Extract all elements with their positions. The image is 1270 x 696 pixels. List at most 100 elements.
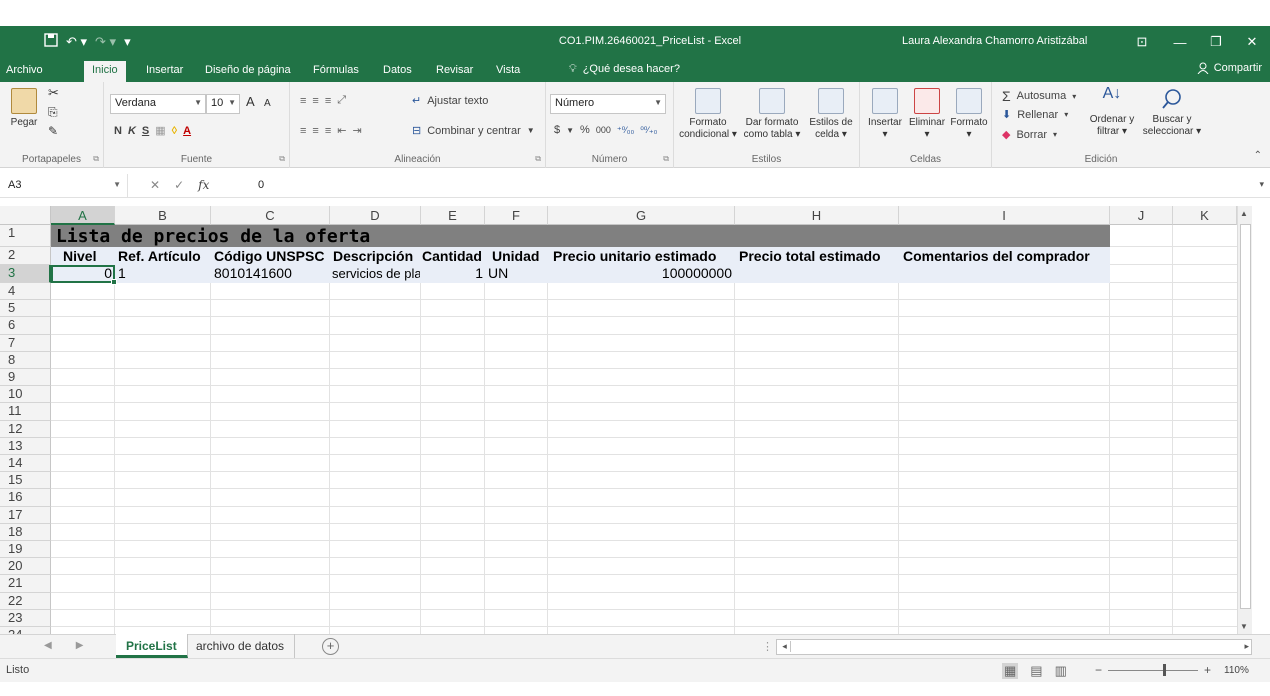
borders-button[interactable]: ▦ xyxy=(155,124,165,137)
column-header-j[interactable]: J xyxy=(1110,206,1173,225)
fill-handle[interactable] xyxy=(111,279,117,285)
header-ref-articulo[interactable]: Ref. Artículo xyxy=(118,248,201,265)
next-sheet-icon[interactable]: ▶ xyxy=(76,640,84,651)
close-button[interactable]: ✕ xyxy=(1234,26,1270,58)
row-header[interactable]: 19 xyxy=(0,541,51,559)
tab-archivo[interactable]: Archivo xyxy=(6,62,43,78)
header-unidad[interactable]: Unidad xyxy=(492,248,539,265)
cell-e3[interactable]: 1 xyxy=(423,265,483,282)
increase-decimal-button[interactable]: ⁺⁰⁄₀₀ xyxy=(617,125,634,136)
tab-split-handle[interactable]: ⋮ xyxy=(762,640,773,653)
cell-g3[interactable]: 100000000 xyxy=(550,265,732,282)
delete-cells-button[interactable]: Eliminar ▾ xyxy=(906,88,948,141)
row-header[interactable]: 22 xyxy=(0,592,51,610)
scroll-down-icon[interactable]: ▼ xyxy=(1240,622,1248,631)
number-format-select[interactable]: Número ▼ xyxy=(550,94,666,114)
grow-font-button[interactable]: A xyxy=(246,95,255,108)
row-header[interactable]: 18 xyxy=(0,523,51,541)
page-layout-view-icon[interactable]: ▤ xyxy=(1030,663,1042,679)
prev-sheet-icon[interactable]: ◀ xyxy=(44,640,52,651)
row-header[interactable]: 10 xyxy=(0,386,51,404)
format-as-table-button[interactable]: Dar formato como tabla ▾ xyxy=(740,88,804,141)
sheet-tab-pricelist[interactable]: PriceList xyxy=(116,634,188,658)
header-nivel[interactable]: Nivel xyxy=(63,248,96,265)
row-header[interactable]: 13 xyxy=(0,437,51,455)
row-header[interactable]: 21 xyxy=(0,575,51,593)
font-name-select[interactable]: Verdana ▼ xyxy=(110,94,206,114)
name-box[interactable]: A3 ▼ xyxy=(0,174,128,198)
tab-revisar[interactable]: Revisar xyxy=(436,62,473,78)
insert-function-icon[interactable]: fx xyxy=(198,178,209,192)
row-header[interactable]: 24 xyxy=(0,627,51,634)
orientation-icon[interactable]: ⤢ xyxy=(337,94,346,107)
row-header[interactable]: 5 xyxy=(0,300,51,318)
row-header[interactable]: 3 xyxy=(0,265,51,283)
clipboard-launcher-icon[interactable]: ⧉ xyxy=(93,154,99,164)
row-header[interactable]: 16 xyxy=(0,489,51,507)
sheet-title[interactable]: Lista de precios de la oferta xyxy=(56,226,370,247)
thousands-button[interactable]: 000 xyxy=(596,125,611,135)
row-header[interactable]: 15 xyxy=(0,472,51,490)
row-header[interactable]: 8 xyxy=(0,351,51,369)
scroll-left-icon[interactable]: ◂ xyxy=(779,641,791,652)
row-header[interactable]: 7 xyxy=(0,334,51,352)
decrease-indent-icon[interactable]: ⇤ xyxy=(337,124,346,137)
zoom-knob[interactable] xyxy=(1163,663,1167,676)
row-header[interactable]: 2 xyxy=(0,247,51,265)
column-header-e[interactable]: E xyxy=(421,206,485,225)
expand-formula-bar-icon[interactable]: ▾ xyxy=(1259,179,1264,190)
zoom-out-icon[interactable]: − xyxy=(1095,663,1102,677)
enter-icon[interactable]: ✓ xyxy=(174,178,184,192)
column-header-b[interactable]: B xyxy=(115,206,211,225)
shrink-font-button[interactable]: A xyxy=(264,98,271,110)
cell-f3[interactable]: UN xyxy=(488,265,508,282)
undo-icon[interactable]: ↶ ▾ xyxy=(66,34,87,50)
currency-button[interactable]: $ xyxy=(554,124,560,136)
decrease-decimal-button[interactable]: ⁰⁰⁄₊₀ xyxy=(640,125,657,136)
wrap-text-button[interactable]: ↵ Ajustar texto xyxy=(412,94,488,108)
header-codigo-unspsc[interactable]: Código UNSPSC xyxy=(214,248,324,265)
tab-inicio[interactable]: Inicio xyxy=(84,61,126,82)
fill-button[interactable]: ⬇ Rellenar ▾ xyxy=(1002,108,1068,122)
row-header[interactable]: 9 xyxy=(0,369,51,387)
row-header[interactable]: 14 xyxy=(0,455,51,473)
cell-styles-button[interactable]: Estilos de celda ▾ xyxy=(804,88,858,141)
ribbon-display-options-icon[interactable]: ⊡ xyxy=(1122,26,1162,58)
number-launcher-icon[interactable]: ⧉ xyxy=(663,154,669,164)
percent-button[interactable]: % xyxy=(580,124,590,136)
save-icon[interactable] xyxy=(44,33,58,50)
row-header[interactable]: 11 xyxy=(0,403,51,421)
add-sheet-button[interactable]: + xyxy=(322,638,339,655)
align-top-icon[interactable]: ≡ xyxy=(300,95,306,107)
align-middle-icon[interactable]: ≡ xyxy=(312,95,318,107)
select-all-corner[interactable] xyxy=(0,206,51,225)
align-left-icon[interactable]: ≡ xyxy=(300,125,306,137)
row-header[interactable]: 17 xyxy=(0,506,51,524)
share-button[interactable]: Compartir xyxy=(1197,62,1262,77)
format-cells-button[interactable]: Formato ▾ xyxy=(948,88,990,141)
user-name[interactable]: Laura Alexandra Chamorro Aristizábal xyxy=(902,35,1087,47)
tell-me-box[interactable]: 💡︎ ¿Qué desea hacer? xyxy=(569,63,680,76)
horizontal-scrollbar[interactable]: ◂ ▸ xyxy=(776,639,1252,655)
zoom-slider[interactable]: − + xyxy=(1095,663,1211,677)
align-bottom-icon[interactable]: ≡ xyxy=(325,95,331,107)
tab-datos[interactable]: Datos xyxy=(383,62,412,78)
cell-b3[interactable]: 1 xyxy=(118,265,126,282)
align-right-icon[interactable]: ≡ xyxy=(325,125,331,137)
conditional-format-button[interactable]: Formato condicional ▾ xyxy=(676,88,740,141)
row-header[interactable]: 12 xyxy=(0,420,51,438)
align-center-icon[interactable]: ≡ xyxy=(312,125,318,137)
cut-icon[interactable]: ✂ xyxy=(48,86,59,99)
active-cell-selection[interactable] xyxy=(51,265,117,285)
normal-view-icon[interactable]: ▦ xyxy=(1002,663,1019,679)
tab-diseno-pagina[interactable]: Diseño de página xyxy=(205,62,291,78)
page-break-view-icon[interactable]: ▥ xyxy=(1055,663,1067,679)
formula-input[interactable]: 0 xyxy=(258,179,264,191)
cell-c3[interactable]: 8010141600 xyxy=(214,265,292,282)
tab-vista[interactable]: Vista xyxy=(496,62,520,78)
paste-button[interactable]: Pegar xyxy=(4,88,44,129)
insert-cells-button[interactable]: Insertar ▾ xyxy=(864,88,906,141)
restore-button[interactable]: ❐ xyxy=(1198,26,1234,58)
column-header-i[interactable]: I xyxy=(899,206,1110,225)
header-descripcion[interactable]: Descripción xyxy=(333,248,413,265)
